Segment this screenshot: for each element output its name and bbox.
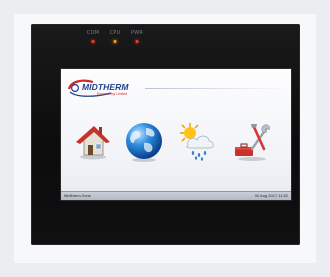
tools-icon bbox=[235, 124, 270, 161]
status-location: Midtherm Zone bbox=[64, 193, 91, 198]
cpu-led-icon bbox=[113, 40, 117, 43]
globe-button[interactable] bbox=[122, 119, 166, 163]
status-datetime: 00 Aug 2017 11:52 bbox=[254, 193, 288, 198]
indicator-pwr-label: PWR bbox=[130, 30, 144, 36]
house-icon bbox=[76, 126, 110, 160]
logo-tagline: Engineering Limited bbox=[97, 92, 127, 96]
header-divider bbox=[145, 88, 289, 89]
indicator-cpu-label: CPU bbox=[109, 30, 121, 36]
weather-button[interactable] bbox=[174, 119, 218, 163]
hmi-screen: MIDTHERM Engineering Limited Midtherm Zo… bbox=[61, 69, 291, 200]
weather-icon bbox=[180, 123, 214, 161]
tools-button[interactable] bbox=[230, 119, 274, 163]
home-button[interactable] bbox=[70, 119, 114, 163]
logo-name: MIDTHERM bbox=[82, 82, 129, 92]
indicator-com-label: COM bbox=[86, 30, 100, 36]
com-led-icon bbox=[91, 40, 95, 43]
status-bar: Midtherm Zone 00 Aug 2017 11:52 bbox=[61, 191, 291, 200]
pwr-led-icon bbox=[135, 40, 139, 43]
globe-icon bbox=[126, 123, 162, 162]
